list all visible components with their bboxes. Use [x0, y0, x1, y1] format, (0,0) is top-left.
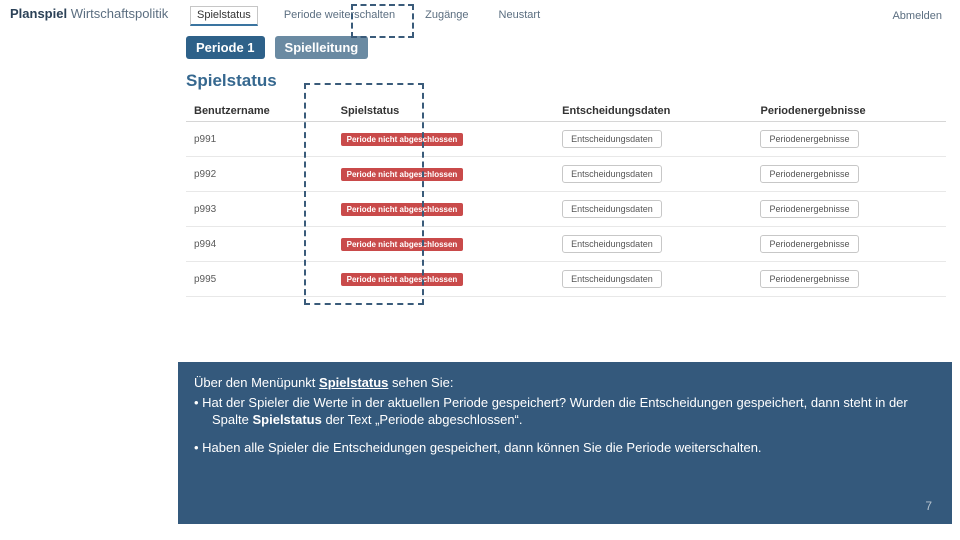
table-row: p993Periode nicht abgeschlossenEntscheid…: [186, 192, 946, 227]
results-button[interactable]: Periodenergebnisse: [760, 270, 858, 288]
brand-sub: Wirtschaftspolitik: [67, 6, 168, 21]
nav-item-spielstatus[interactable]: Spielstatus: [190, 6, 258, 26]
lead-u: Spielstatus: [319, 375, 388, 390]
results-button[interactable]: Periodenergebnisse: [760, 165, 858, 183]
lead-b: sehen Sie:: [388, 375, 453, 390]
decisions-button[interactable]: Entscheidungsdaten: [562, 130, 662, 148]
context-pills: Periode 1 Spielleitung: [0, 30, 960, 67]
top-nav: Planspiel Wirtschaftspolitik Spielstatus…: [0, 0, 960, 30]
brand: Planspiel Wirtschaftspolitik: [10, 6, 168, 21]
decisions-button[interactable]: Entscheidungsdaten: [562, 165, 662, 183]
cell-decisions: Entscheidungsdaten: [554, 122, 752, 157]
results-button[interactable]: Periodenergebnisse: [760, 200, 858, 218]
decisions-button[interactable]: Entscheidungsdaten: [562, 270, 662, 288]
table-row: p994Periode nicht abgeschlossenEntscheid…: [186, 227, 946, 262]
lead-a: Über den Menüpunkt: [194, 375, 319, 390]
explanation-bullet-1: Hat der Spieler die Werte in der aktuell…: [194, 394, 936, 429]
col-header-results: Periodenergebnisse: [752, 101, 946, 122]
cell-decisions: Entscheidungsdaten: [554, 262, 752, 297]
cell-decisions: Entscheidungsdaten: [554, 227, 752, 262]
table-row: p992Periode nicht abgeschlossenEntscheid…: [186, 157, 946, 192]
nav-item-abmelden[interactable]: Abmelden: [888, 7, 946, 25]
cell-decisions: Entscheidungsdaten: [554, 192, 752, 227]
results-button[interactable]: Periodenergebnisse: [760, 130, 858, 148]
cell-results: Periodenergebnisse: [752, 227, 946, 262]
nav-item-neustart[interactable]: Neustart: [495, 6, 545, 26]
b1b: Spielstatus: [252, 412, 321, 427]
explanation-bullet-2: Haben alle Spieler die Entscheidungen ge…: [194, 439, 936, 457]
cell-results: Periodenergebnisse: [752, 262, 946, 297]
col-header-decisions: Entscheidungsdaten: [554, 101, 752, 122]
nav-right: Abmelden: [888, 7, 946, 25]
status-table: Benutzername Spielstatus Entscheidungsda…: [186, 101, 946, 297]
table-header-row: Benutzername Spielstatus Entscheidungsda…: [186, 101, 946, 122]
explanation-panel: Über den Menüpunkt Spielstatus sehen Sie…: [178, 362, 952, 524]
b1c: der Text „Periode abgeschlossen“.: [322, 412, 523, 427]
decisions-button[interactable]: Entscheidungsdaten: [562, 235, 662, 253]
nav-item-zugaenge[interactable]: Zugänge: [421, 6, 472, 26]
explanation-lead: Über den Menüpunkt Spielstatus sehen Sie…: [194, 374, 936, 392]
table-row: p991Periode nicht abgeschlossenEntscheid…: [186, 122, 946, 157]
page-number: 7: [925, 498, 932, 514]
table-row: p995Periode nicht abgeschlossenEntscheid…: [186, 262, 946, 297]
role-badge: Spielleitung: [275, 36, 369, 59]
cell-results: Periodenergebnisse: [752, 122, 946, 157]
cell-results: Periodenergebnisse: [752, 157, 946, 192]
highlight-frame-menu: [351, 4, 414, 38]
page-title: Spielstatus: [0, 67, 960, 101]
highlight-frame-column: [304, 83, 424, 305]
cell-results: Periodenergebnisse: [752, 192, 946, 227]
brand-main: Planspiel: [10, 6, 67, 21]
period-badge: Periode 1: [186, 36, 265, 59]
cell-decisions: Entscheidungsdaten: [554, 157, 752, 192]
decisions-button[interactable]: Entscheidungsdaten: [562, 200, 662, 218]
results-button[interactable]: Periodenergebnisse: [760, 235, 858, 253]
